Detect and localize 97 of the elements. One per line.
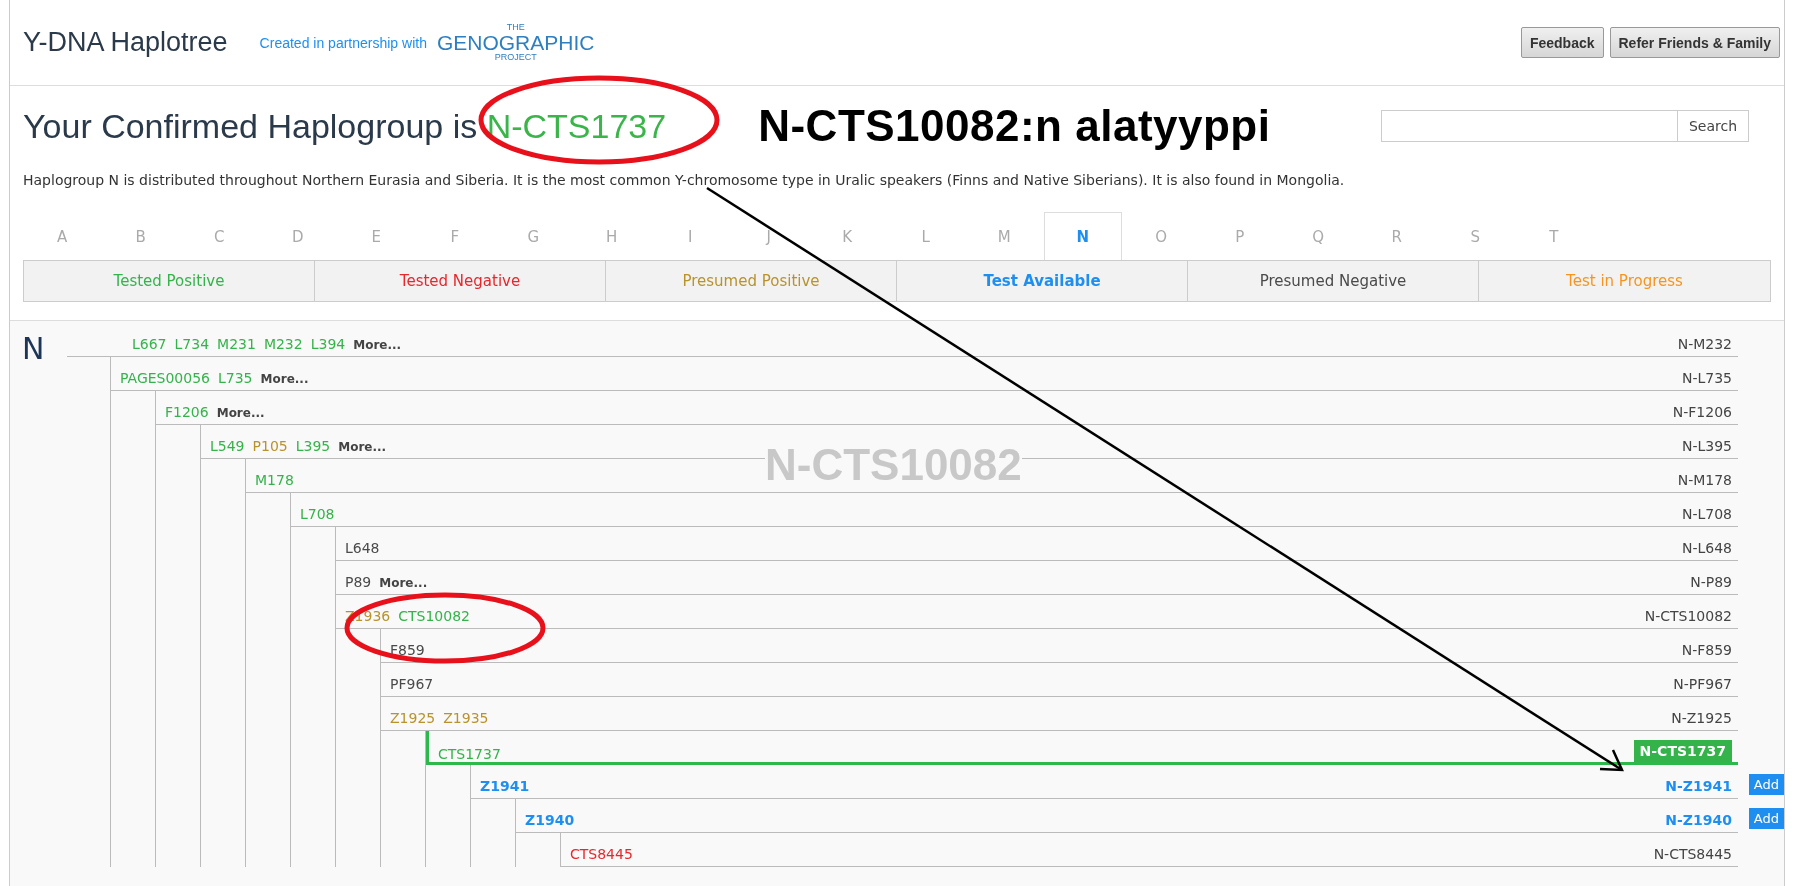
tree-row[interactable]: PF967 N-PF967 <box>381 663 1738 697</box>
haplogroup-tab[interactable]: R <box>1357 212 1436 260</box>
haplogroup-label: N-M178 <box>1677 472 1732 488</box>
haplogroup-label: N-L708 <box>1681 506 1732 522</box>
tree-row[interactable]: L708 N-L708 <box>291 493 1738 527</box>
tree-row[interactable]: Z1941 N-Z1941 <box>471 765 1738 799</box>
legend-item: Presumed Negative <box>1188 261 1479 301</box>
add-button[interactable]: Add <box>1748 774 1784 795</box>
snp-marker[interactable]: PF967 <box>390 676 434 692</box>
snp-marker[interactable]: F1206 <box>165 404 209 420</box>
snp-marker[interactable]: CTS1737 <box>438 746 501 762</box>
snp-marker[interactable]: Z1940 <box>525 812 575 828</box>
snp-marker[interactable]: L667 <box>132 336 167 352</box>
search-field[interactable] <box>1381 110 1677 142</box>
tree-row[interactable]: Z1925 Z1935 N-Z1925 <box>381 697 1738 731</box>
legend-item: Tested Negative <box>315 261 606 301</box>
haplogroup-tab[interactable]: M <box>965 212 1044 260</box>
snp-marker[interactable]: Z1925 <box>390 710 436 726</box>
haplogroup-tab[interactable]: J <box>729 212 808 260</box>
haplogroup-tab[interactable]: C <box>180 212 259 260</box>
haplogroup-label: N-L395 <box>1681 438 1732 454</box>
snp-marker[interactable]: CTS8445 <box>570 846 633 862</box>
haplogroup-tab[interactable]: O <box>1122 212 1201 260</box>
tree-row[interactable]: P89 More... N-P89 <box>336 561 1738 595</box>
more-link[interactable]: More... <box>338 440 387 454</box>
more-link[interactable]: More... <box>216 406 265 420</box>
haplogroup-tab[interactable]: E <box>337 212 416 260</box>
haplogroup-tab[interactable]: A <box>23 212 102 260</box>
snp-marker[interactable]: L648 <box>345 540 380 556</box>
haplogroup-tab[interactable]: G <box>494 212 573 260</box>
tree-row[interactable]: L648 N-L648 <box>336 527 1738 561</box>
snp-marker[interactable]: M231 <box>217 336 256 352</box>
tree-row[interactable]: CTS1737 N-CTS1737 <box>426 731 1738 765</box>
tree-row[interactable]: F859 N-F859 <box>381 629 1738 663</box>
more-link[interactable]: More... <box>379 576 428 590</box>
legend-item: Test Available <box>897 261 1188 301</box>
legend-item: Tested Positive <box>24 261 315 301</box>
snp-marker[interactable]: P105 <box>252 438 288 454</box>
haplogroup-tab[interactable]: P <box>1200 212 1279 260</box>
haplogroup-heading: Your Confirmed Haplogroup is N-CTS1737 <box>23 106 667 146</box>
haplogroup-label: N-CTS8445 <box>1653 846 1732 862</box>
header-button[interactable]: Feedback <box>1520 27 1604 58</box>
haplogroup-label: N-PF967 <box>1673 676 1732 692</box>
haplogroup-tab[interactable]: T <box>1514 212 1593 260</box>
snp-marker[interactable]: P89 <box>345 574 372 590</box>
haplogroup-tab[interactable]: L <box>886 212 965 260</box>
haplogroup-label: N-L735 <box>1681 370 1732 386</box>
haplogroup-label: N-P89 <box>1690 574 1732 590</box>
description-text: Haplogroup N is distributed throughout Northern Eurasia and Siberia. It is the most common Y-chromosome type in Uralic speakers (Finns and Native Siberians). It is also found in Mongolia. <box>23 172 1346 188</box>
tree-row[interactable]: L667 L734 M231 M232 L394 More... N-M232 <box>67 323 1738 357</box>
tree-row[interactable]: Z1940 N-Z1940 <box>516 799 1738 833</box>
haplogroup-label: N-M232 <box>1677 336 1732 352</box>
snp-marker[interactable]: M232 <box>263 336 303 352</box>
snp-marker[interactable]: Z1935 <box>443 710 489 726</box>
haplogroup-tab[interactable]: I <box>651 212 730 260</box>
snp-marker[interactable]: L395 <box>295 438 331 454</box>
haplogroup-tab[interactable]: S <box>1436 212 1515 260</box>
haplogroup-label: N-Z1925 <box>1671 710 1732 726</box>
haplogroup-tab[interactable]: Q <box>1279 212 1358 260</box>
more-link[interactable]: More... <box>260 372 309 386</box>
haplogroup-tab[interactable]: D <box>258 212 337 260</box>
tree-row[interactable]: PAGES00056 L735 More... N-L735 <box>111 357 1738 391</box>
haplogroup-tab[interactable]: H <box>572 212 651 260</box>
tree-row[interactable]: CTS8445 N-CTS8445 <box>561 833 1738 867</box>
page-title: Y-DNA Haplotree <box>23 27 228 58</box>
snp-marker[interactable]: CTS10082 <box>398 608 470 624</box>
snp-marker[interactable]: L549 <box>210 438 245 454</box>
haplogroup-label: N-L648 <box>1681 540 1732 556</box>
root-label: N <box>21 330 46 368</box>
legend-item: Test in Progress <box>1565 271 1684 292</box>
haplogroup-label: N-CTS1737 <box>1633 740 1732 762</box>
snp-marker[interactable]: Z1941 <box>480 778 530 794</box>
haplogroup-label: N-F859 <box>1681 642 1732 658</box>
legend-item: Presumed Positive <box>606 261 897 301</box>
partner-text: Created in partnership with <box>259 34 427 51</box>
snp-marker[interactable]: M178 <box>255 472 294 488</box>
haplogroup-label: N-Z1940 <box>1665 812 1732 828</box>
haplogroup-label: N-Z1941 <box>1665 778 1732 794</box>
snp-marker[interactable]: L394 <box>310 336 346 352</box>
snp-marker[interactable]: L734 <box>174 336 210 352</box>
haplogroup-tab[interactable]: B <box>101 212 180 260</box>
search-button[interactable]: Search <box>1677 110 1749 142</box>
snp-marker[interactable]: L735 <box>218 370 253 386</box>
tree-row[interactable]: F1206 More... N-F1206 <box>156 391 1738 425</box>
more-link[interactable]: More... <box>353 338 402 352</box>
haplogroup-tab[interactable]: F <box>415 212 494 260</box>
snp-marker[interactable]: F859 <box>390 642 425 658</box>
haplogroup-tab[interactable]: N <box>1043 212 1122 260</box>
annotation-text: N-CTS10082:n alatyyppi <box>758 101 1271 151</box>
snp-marker[interactable]: L708 <box>300 506 335 522</box>
header-button[interactable]: Refer Friends & Family <box>1609 27 1780 58</box>
haplogroup-label: N-CTS10082 <box>1644 608 1732 624</box>
partner-logo[interactable]: THE GENOGRAPHIC PROJECT <box>436 23 595 62</box>
snp-marker[interactable]: PAGES00056 <box>120 370 210 386</box>
add-button[interactable]: Add <box>1748 808 1784 829</box>
haplogroup-tab[interactable]: K <box>808 212 887 260</box>
haplogroup-label: N-F1206 <box>1672 404 1732 420</box>
